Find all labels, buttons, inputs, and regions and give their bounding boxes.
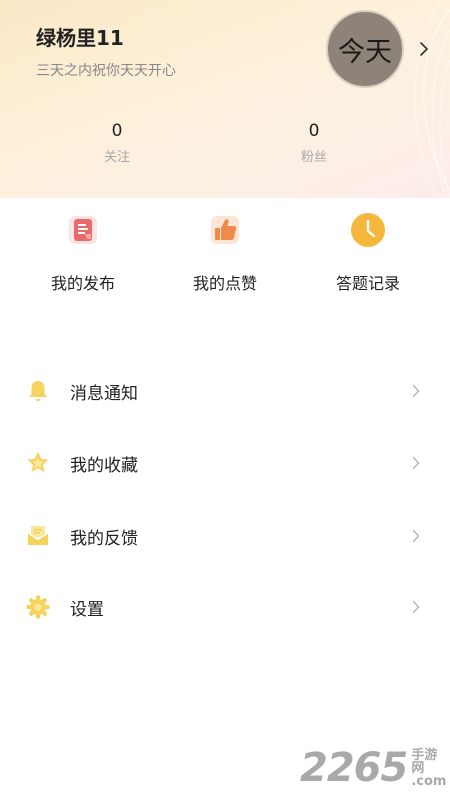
quick-action-my-likes[interactable]: 我的点赞 <box>165 212 285 294</box>
quick-action-label: 我的发布 <box>50 274 115 293</box>
quick-action-label: 答题记录 <box>335 274 400 293</box>
chevron-right-icon <box>412 456 420 470</box>
username: 绿杨里11 <box>36 26 124 50</box>
watermark-number: 2265 <box>300 745 408 791</box>
stat-following[interactable]: 0 关注 <box>72 120 162 165</box>
envelope-icon <box>27 526 49 545</box>
menu-item-label: 消息通知 <box>70 383 138 404</box>
watermark-en: .com <box>411 773 447 789</box>
site-watermark: 2265 手游网 .com <box>300 744 450 792</box>
document-icon <box>69 216 97 244</box>
chevron-right-icon[interactable] <box>418 40 430 58</box>
chevron-right-icon <box>412 600 420 614</box>
quick-action-answer-records[interactable]: 答题记录 <box>308 212 428 294</box>
chevron-right-icon <box>412 529 420 543</box>
menu-item-favorites[interactable]: 我的收藏 <box>0 435 450 491</box>
menu-item-label: 我的收藏 <box>70 455 138 476</box>
watermark-side: 手游网 .com <box>411 749 450 788</box>
watermark-cn: 手游网 <box>411 747 438 776</box>
menu-item-feedback[interactable]: 我的反馈 <box>0 508 450 564</box>
star-icon <box>27 452 49 472</box>
quick-action-my-posts[interactable]: 我的发布 <box>23 212 143 294</box>
clock-icon <box>351 213 385 247</box>
avatar[interactable]: 今天 <box>326 10 404 88</box>
fans-count: 0 <box>308 121 320 141</box>
chevron-right-icon <box>412 384 420 398</box>
quick-action-label: 我的点赞 <box>192 274 257 293</box>
thumbs-up-icon <box>211 216 239 244</box>
menu-item-label: 设置 <box>70 599 104 620</box>
user-motto: 三天之内祝你天天开心 <box>36 63 176 79</box>
fans-label: 粉丝 <box>300 150 327 165</box>
stat-fans[interactable]: 0 粉丝 <box>269 120 359 165</box>
menu-item-settings[interactable]: 设置 <box>0 579 450 635</box>
following-count: 0 <box>111 121 123 141</box>
profile-header: 绿杨里11 三天之内祝你天天开心 今天 0 关注 0 粉丝 <box>0 0 450 198</box>
avatar-text: 今天 <box>338 36 392 68</box>
menu-item-notifications[interactable]: 消息通知 <box>0 363 450 419</box>
gear-icon <box>26 595 50 619</box>
bell-icon <box>29 381 47 402</box>
menu-item-label: 我的反馈 <box>70 528 138 549</box>
following-label: 关注 <box>103 150 130 165</box>
